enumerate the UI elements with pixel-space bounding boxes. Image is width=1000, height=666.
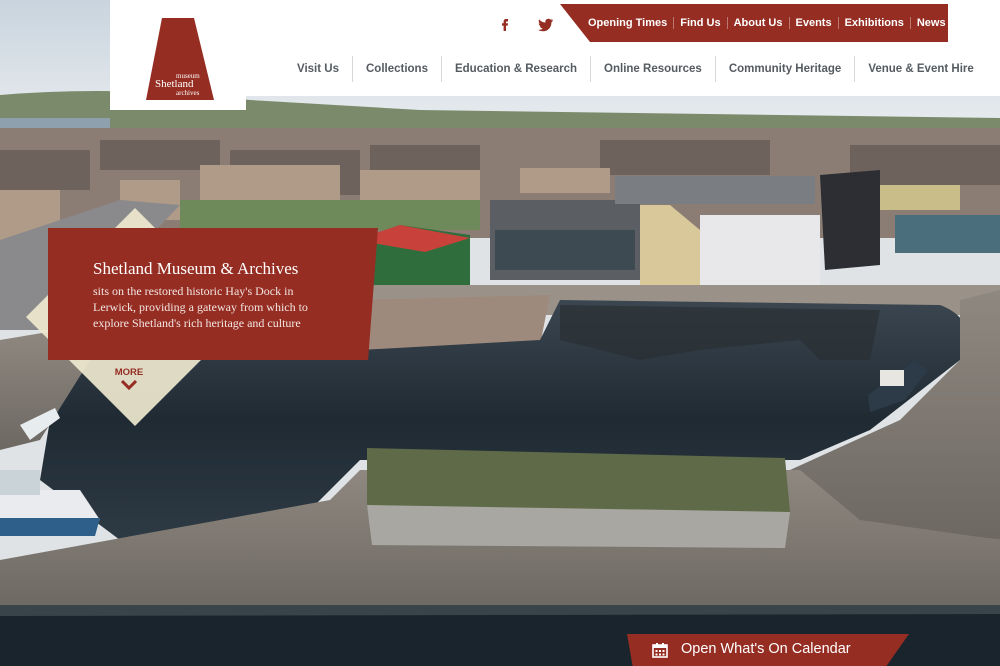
more-label: MORE xyxy=(114,367,144,378)
nav-visit-us[interactable]: Visit Us xyxy=(284,56,352,82)
main-navigation: Visit Us Collections Education & Researc… xyxy=(284,56,987,82)
hero-title: Shetland Museum & Archives xyxy=(93,259,299,278)
open-calendar-button[interactable]: Open What's On Calendar xyxy=(627,634,909,666)
more-link[interactable]: MORE xyxy=(112,367,146,390)
hero-description: sits on the restored historic Hay's Dock… xyxy=(93,284,308,330)
top-nav-news[interactable]: News xyxy=(909,17,952,29)
chevron-down-icon xyxy=(121,380,137,390)
calendar-icon xyxy=(652,643,668,658)
top-utility-bar: Opening Times Find Us About Us Events Ex… xyxy=(560,4,1000,42)
top-nav-events[interactable]: Events xyxy=(788,17,838,29)
open-calendar-label: Open What's On Calendar xyxy=(681,641,851,657)
nav-community-heritage[interactable]: Community Heritage xyxy=(714,56,854,82)
nav-online-resources[interactable]: Online Resources xyxy=(590,56,715,82)
top-nav-about-us[interactable]: About Us xyxy=(726,17,789,29)
nav-collections[interactable]: Collections xyxy=(351,56,441,82)
nav-education-research[interactable]: Education & Research xyxy=(440,56,590,82)
top-nav-find-us[interactable]: Find Us xyxy=(673,17,726,29)
facebook-icon[interactable] xyxy=(497,16,513,32)
top-nav-contact[interactable]: Contact xyxy=(951,17,1000,29)
twitter-icon[interactable] xyxy=(538,16,554,32)
nav-venue-event-hire[interactable]: Venue & Event Hire xyxy=(854,56,986,82)
logo-text-archives: archives xyxy=(176,89,200,97)
top-nav-opening-times[interactable]: Opening Times xyxy=(582,17,673,29)
top-nav-exhibitions[interactable]: Exhibitions xyxy=(837,17,910,29)
top-utility-links: Opening Times Find Us About Us Events Ex… xyxy=(582,4,1000,42)
